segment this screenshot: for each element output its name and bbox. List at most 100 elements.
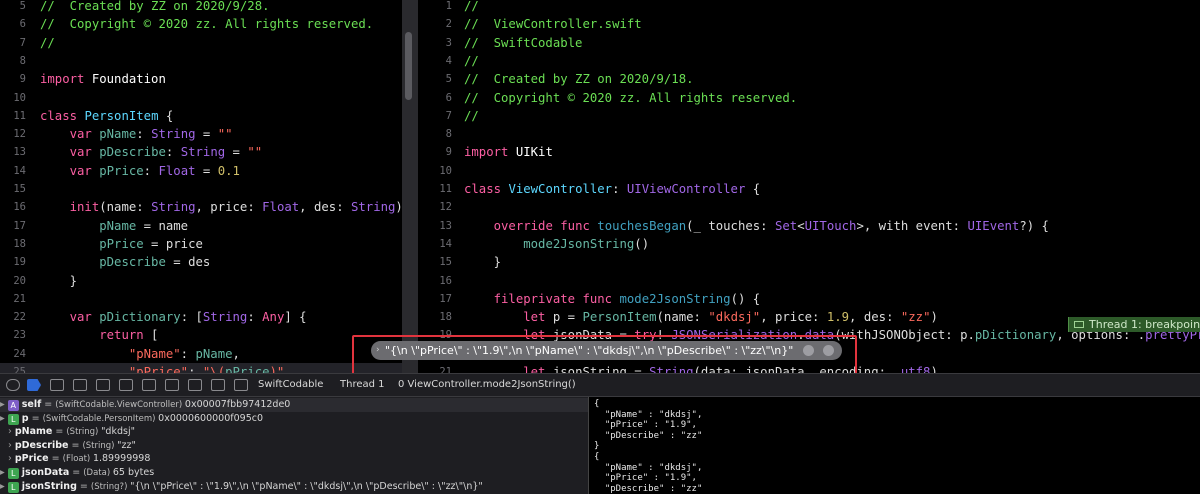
left-editor-scrollbar[interactable]	[405, 32, 412, 100]
line-number[interactable]: 7	[0, 34, 26, 52]
code-line[interactable]: 3 // SwiftCodable	[418, 34, 1200, 52]
code-line[interactable]: 10	[418, 162, 1200, 180]
line-number[interactable]: 1	[418, 0, 452, 15]
code-line[interactable]: 7 //	[0, 34, 402, 52]
line-number[interactable]: 23	[0, 326, 26, 344]
line-number[interactable]: 21	[0, 290, 26, 308]
code-line[interactable]: 6 // Copyright © 2020 zz. All rights rese…	[0, 15, 402, 33]
code-line[interactable]: 12 var pName: String = ""	[0, 125, 402, 143]
line-number[interactable]: 3	[418, 34, 452, 52]
code-text[interactable]: import Foundation	[40, 70, 166, 88]
code-line[interactable]: 21 let jsonString = String(data: jsonDat…	[418, 363, 1200, 373]
code-text[interactable]: }	[40, 272, 77, 290]
environment-icon[interactable]	[188, 379, 202, 391]
line-number[interactable]: 8	[0, 52, 26, 70]
code-line[interactable]: 9 import Foundation	[0, 70, 402, 88]
disclosure-icon[interactable]: ▸	[0, 467, 5, 478]
info-icon[interactable]	[823, 345, 835, 356]
line-number[interactable]: 13	[418, 217, 452, 235]
code-line[interactable]: 11 class ViewController: UIViewController…	[418, 180, 1200, 198]
line-number[interactable]: 17	[0, 217, 26, 235]
line-number[interactable]: 2	[418, 15, 452, 33]
code-line[interactable]: 6 // Copyright © 2020 zz. All rights rese…	[418, 89, 1200, 107]
line-number[interactable]: 5	[418, 70, 452, 88]
code-line[interactable]: 15	[0, 180, 402, 198]
disclosure-icon[interactable]: ▸	[0, 399, 5, 410]
code-line[interactable]: 23 return [	[0, 326, 402, 344]
code-text[interactable]: //	[464, 0, 479, 15]
code-text[interactable]: let jsonString = String(data: jsonData, …	[464, 363, 938, 373]
code-text[interactable]: "pPrice": "\(pPrice)",	[40, 363, 292, 373]
code-line[interactable]: 14 mode2JsonString()	[418, 235, 1200, 253]
breakpoints-toggle-icon[interactable]	[27, 379, 41, 391]
disclosure-icon[interactable]: ›	[8, 440, 12, 451]
code-text[interactable]: var pPrice: Float = 0.1	[40, 162, 240, 180]
toggle-area-icon[interactable]	[6, 379, 20, 391]
line-number[interactable]: 19	[0, 253, 26, 271]
code-line[interactable]: 11 class PersonItem {	[0, 107, 402, 125]
line-number[interactable]: 15	[418, 253, 452, 271]
code-line[interactable]: 16	[418, 272, 1200, 290]
line-number[interactable]: 12	[418, 198, 452, 216]
line-number[interactable]: 18	[0, 235, 26, 253]
code-text[interactable]: // Copyright © 2020 zz. All rights reser…	[464, 89, 797, 107]
code-line[interactable]: 10	[0, 89, 402, 107]
variables-view[interactable]: ▸ Aself = (SwiftCodable.ViewController) 0…	[0, 397, 588, 494]
code-text[interactable]: fileprivate func mode2JsonString() {	[464, 290, 761, 308]
code-text[interactable]: var pDictionary: [String: Any] {	[40, 308, 307, 326]
code-line[interactable]: 21	[0, 290, 402, 308]
code-text[interactable]: pDescribe = des	[40, 253, 210, 271]
line-number[interactable]: 9	[418, 143, 452, 161]
code-text[interactable]: "pName": pName,	[40, 345, 240, 363]
code-text[interactable]: //	[464, 107, 479, 125]
code-line[interactable]: 5 // Created by ZZ on 2020/9/28.	[0, 0, 402, 15]
simulate-location-icon[interactable]	[211, 379, 225, 391]
variable-row[interactable]: › pPrice = (Float) 1.89999998	[8, 452, 588, 466]
line-number[interactable]: 15	[0, 180, 26, 198]
code-line[interactable]: 17 pName = name	[0, 217, 402, 235]
code-line[interactable]: 20 }	[0, 272, 402, 290]
code-line[interactable]: 25 "pPrice": "\(pPrice)",	[0, 363, 402, 373]
variable-row[interactable]: ▸ Lp = (SwiftCodable.PersonItem) 0x000060…	[0, 412, 588, 426]
code-text[interactable]: override func touchesBegan(_ touches: Se…	[464, 217, 1049, 235]
code-line[interactable]: 13 override func touchesBegan(_ touches:…	[418, 217, 1200, 235]
code-line[interactable]: 5 // Created by ZZ on 2020/9/18.	[418, 70, 1200, 88]
code-text[interactable]: pName = name	[40, 217, 188, 235]
variable-row[interactable]: ▸ LjsonString = (String?) "{\n \"pPrice\"…	[0, 480, 588, 494]
code-text[interactable]: init(name: String, price: Float, des: St…	[40, 198, 402, 216]
code-line[interactable]: 2 // ViewController.swift	[418, 15, 1200, 33]
line-number[interactable]: 11	[0, 107, 26, 125]
code-text[interactable]: let p = PersonItem(name: "dkdsj", price:…	[464, 308, 938, 326]
line-number[interactable]: 10	[0, 89, 26, 107]
code-line[interactable]: 4 //	[418, 52, 1200, 70]
step-out-icon[interactable]	[119, 379, 133, 391]
code-line[interactable]: 1 //	[418, 0, 1200, 15]
code-text[interactable]: // SwiftCodable	[464, 34, 582, 52]
code-text[interactable]: pPrice = price	[40, 235, 203, 253]
line-number[interactable]: 6	[0, 15, 26, 33]
line-number[interactable]: 24	[0, 345, 26, 363]
code-line[interactable]: 7 //	[418, 107, 1200, 125]
view-hierarchy-icon[interactable]	[142, 379, 156, 391]
line-number[interactable]: 9	[0, 70, 26, 88]
code-line[interactable]: 18 pPrice = price	[0, 235, 402, 253]
code-text[interactable]: class PersonItem {	[40, 107, 173, 125]
line-number[interactable]: 11	[418, 180, 452, 198]
location-arrow-icon[interactable]	[234, 379, 248, 391]
line-number[interactable]: 20	[0, 272, 26, 290]
line-number[interactable]: 7	[418, 107, 452, 125]
line-number[interactable]: 5	[0, 0, 26, 15]
line-number[interactable]: 18	[418, 308, 452, 326]
code-text[interactable]: class ViewController: UIViewController {	[464, 180, 760, 198]
disclosure-icon[interactable]: ›	[8, 426, 12, 437]
thread-breadcrumb[interactable]: Thread 1	[340, 374, 385, 396]
code-line[interactable]: 17 fileprivate func mode2JsonString() {	[418, 290, 1200, 308]
code-text[interactable]: //	[40, 34, 55, 52]
line-number[interactable]: 16	[0, 198, 26, 216]
code-line[interactable]: 16 init(name: String, price: Float, des:…	[0, 198, 402, 216]
code-text[interactable]: // Copyright © 2020 zz. All rights reser…	[40, 15, 373, 33]
line-number[interactable]: 13	[0, 143, 26, 161]
thread-breakpoint-badge[interactable]: Thread 1: breakpoint	[1068, 317, 1200, 332]
code-text[interactable]: var pName: String = ""	[40, 125, 233, 143]
variable-row[interactable]: › pDescribe = (String) "zz"	[8, 439, 588, 453]
